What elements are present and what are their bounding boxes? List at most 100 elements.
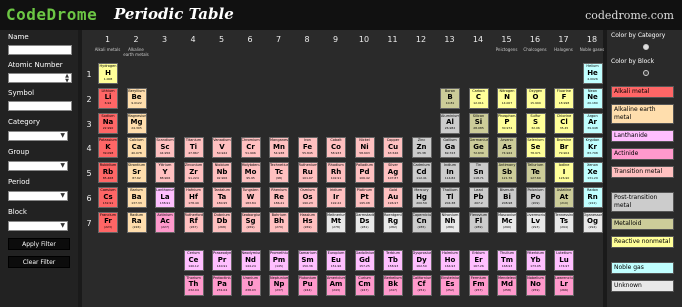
element-tile[interactable]: Neon Ne 20.180 [582,87,603,109]
element-tile[interactable]: Ytterbium Yb 173.05 [525,250,546,271]
element-tile[interactable]: ProtactiniumPa231.04 [212,274,232,296]
element-tile[interactable]: Oganesson Og (294) [582,211,603,233]
element-tile[interactable]: Europium Eu 151.96 [326,250,346,271]
clear-filter-button[interactable]: Clear Filter [8,256,70,268]
element-tile[interactable]: Hassium Hs (269) [297,211,318,233]
element-tile[interactable]: Lutetium Lu 174.97 [554,250,574,271]
element-tile[interactable]: Krypton Kr 83.798 [582,137,603,159]
element-tile[interactable]: Caesium Cs 132.91 [98,187,118,208]
element-tile[interactable]: Indium In 114.82 [440,162,460,184]
element-tile[interactable]: Titanium Ti 47.867 [183,137,204,159]
element-tile[interactable]: Sulfur S 32.06 [525,112,546,134]
element-tile[interactable]: Germanium Ge 72.630 [468,137,489,159]
element-tile[interactable]: Yttrium Y 88.906 [155,162,175,184]
element-tile[interactable]: Gadolinium Gd 157.25 [354,250,375,271]
element-tile[interactable]: Sodium Na 22.990 [98,112,118,134]
element-tile[interactable]: Holmium Ho 164.93 [440,250,460,271]
color-by-block-radio[interactable] [643,70,649,76]
legend-item[interactable]: Reactive nonmetal [611,236,674,248]
element-tile[interactable]: Tin Sn 118.71 [468,162,489,184]
element-tile[interactable]: Meitnerium Mt (278) [326,211,346,233]
atomic-number-input[interactable]: ▲ ▼ [8,73,72,84]
element-tile[interactable]: PromethiumPm(145) [269,250,289,271]
site-logo[interactable]: CodeDrome [6,5,97,24]
legend-item[interactable]: Alkaline earth metal [611,104,674,124]
element-tile[interactable]: Technetium Tc (98) [269,162,289,184]
element-tile[interactable]: Lanthanum La 138.91 [155,187,175,208]
element-tile[interactable]: Thallium Tl 204.38 [440,187,460,208]
element-tile[interactable]: Thulium Tm 168.93 [497,250,517,271]
element-tile[interactable]: Cadmium Cd 112.41 [411,162,432,184]
element-tile[interactable]: Scandium Sc 44.956 [155,137,175,159]
group-select[interactable]: ▼ [8,161,68,171]
element-tile[interactable]: Dysprosium Dy 162.50 [411,250,432,271]
element-tile[interactable]: Moscovium Mc (290) [497,211,517,233]
element-tile[interactable]: Mercury Hg 200.59 [411,187,432,208]
element-tile[interactable]: Seaborgium Sg (269) [240,211,261,233]
spinner-icon[interactable]: ▲ ▼ [65,74,69,84]
element-tile[interactable]: Uranium U 238.03 [240,274,261,296]
element-tile[interactable]: Nobelium No (259) [525,274,546,296]
legend-item[interactable]: Noble gas [611,262,674,274]
site-link[interactable]: codedrome.com [585,9,674,22]
element-tile[interactable]: NeodymiumNd144.24 [240,250,261,271]
element-tile[interactable]: Neptunium Np (237) [269,274,289,296]
element-tile[interactable]: Bromine Br 79.904 [554,137,574,159]
element-tile[interactable]: Niobium Nb 92.906 [212,162,232,184]
color-by-category-radio[interactable] [643,44,649,50]
element-tile[interactable]: Antimony Sb 121.76 [497,162,517,184]
element-tile[interactable]: Lead Pb 207.2 [468,187,489,208]
element-tile[interactable]: Calcium Ca 40.078 [126,137,147,159]
element-tile[interactable]: Boron B 10.81 [440,87,460,109]
element-tile[interactable]: Selenium Se 78.971 [525,137,546,159]
element-tile[interactable]: Iridium Ir 192.22 [326,187,346,208]
element-tile[interactable]: Arsenic As 74.922 [497,137,517,159]
element-tile[interactable]: Flerovium Fl (289) [468,211,489,233]
element-tile[interactable]: Iodine I 126.90 [554,162,574,184]
element-tile[interactable]: Aluminium Al 26.982 [440,112,460,134]
element-tile[interactable]: Hafnium Hf 178.49 [183,187,204,208]
element-tile[interactable]: LawrenciumLr(266) [554,274,574,296]
legend-item[interactable]: Alkali metal [611,86,674,98]
element-tile[interactable]: Rhodium Rh 102.91 [326,162,346,184]
element-tile[interactable]: Nickel Ni 58.693 [354,137,375,159]
element-tile[interactable]: Helium He 4.0026 [582,63,603,84]
element-tile[interactable]: Silicon Si 28.085 [468,112,489,134]
element-tile[interactable]: Palladium Pd 106.42 [354,162,375,184]
name-input[interactable] [8,45,72,55]
legend-item[interactable]: Lanthanide [611,130,674,142]
element-tile[interactable]: Bohrium Bh (270) [269,211,289,233]
element-tile[interactable]: Fluorine F 18.998 [554,87,574,109]
symbol-input[interactable] [8,101,72,111]
element-tile[interactable]: Phosphorus P 30.974 [497,112,517,134]
element-tile[interactable]: Bismuth Bi 208.98 [497,187,517,208]
element-tile[interactable]: Strontium Sr 87.62 [126,162,147,184]
element-tile[interactable]: Rhenium Re 186.21 [269,187,289,208]
element-tile[interactable]: Thorium Th 232.04 [183,274,204,296]
element-tile[interactable]: Einsteinium Es (252) [440,274,460,296]
apply-filter-button[interactable]: Apply Filter [8,238,70,250]
element-tile[interactable]: Nihonium Nh (286) [440,211,460,233]
element-tile[interactable]: PraseodymiumPr140.91 [212,250,232,271]
element-tile[interactable]: Actinium Ac (227) [155,211,175,233]
element-tile[interactable]: Chlorine Cl 35.45 [554,112,574,134]
legend-item[interactable]: Actinide [611,148,674,160]
element-tile[interactable]: MendeleviumMd(258) [497,274,517,296]
element-tile[interactable]: LivermoriumLv(293) [525,211,546,233]
element-tile[interactable]: Argon Ar 39.948 [582,112,603,134]
block-select[interactable]: ▼ [8,221,68,231]
element-tile[interactable]: Fermium Fm (257) [468,274,489,296]
element-tile[interactable]: Francium Fr (223) [98,211,118,233]
element-tile[interactable]: Silver Ag 107.87 [383,162,403,184]
element-tile[interactable]: Manganese Mn 54.938 [269,137,289,159]
element-tile[interactable]: Xenon Xe 131.29 [582,162,603,184]
element-tile[interactable]: CoperniciumCn(285) [411,211,432,233]
element-tile[interactable]: Osmium Os 190.23 [297,187,318,208]
element-tile[interactable]: Curium Cm (247) [354,274,375,296]
element-tile[interactable]: Erbium Er 167.26 [468,250,489,271]
element-tile[interactable]: Berkelium Bk (247) [383,274,403,296]
element-tile[interactable]: Tennessine Ts (294) [554,211,574,233]
element-tile[interactable]: Iron Fe 55.845 [297,137,318,159]
element-tile[interactable]: Zirconium Zr 91.224 [183,162,204,184]
element-tile[interactable]: Barium Ba 137.33 [126,187,147,208]
